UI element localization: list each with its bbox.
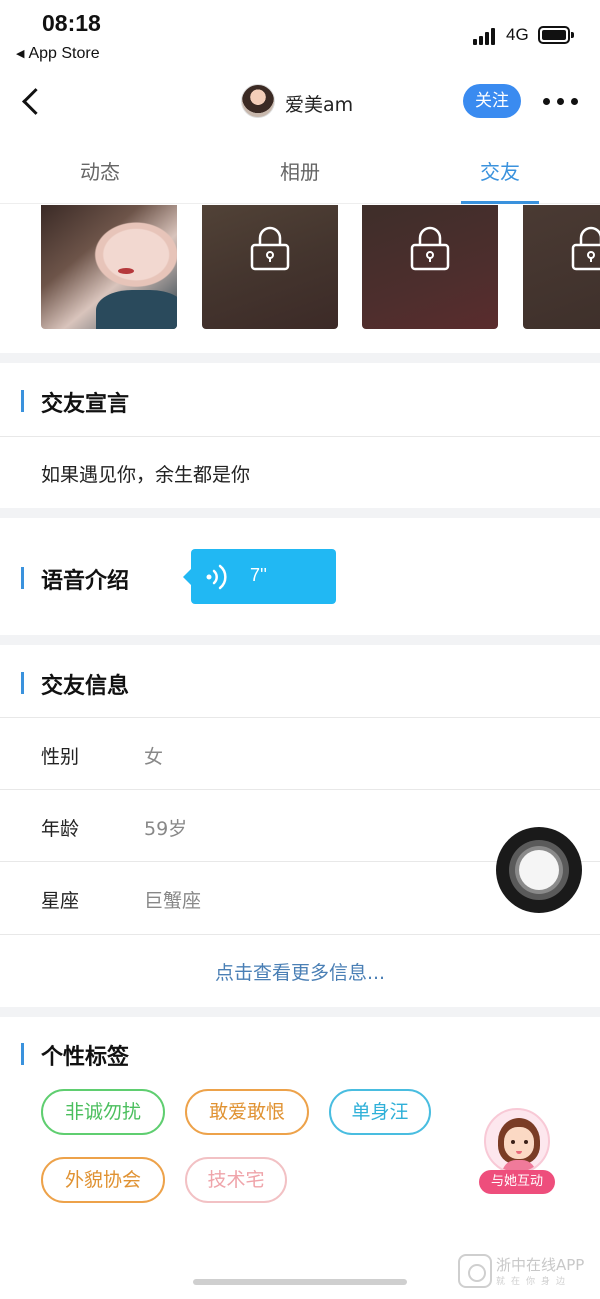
signal-icon bbox=[473, 27, 499, 45]
back-triangle-icon: ◀ bbox=[16, 48, 25, 60]
lock-icon bbox=[250, 226, 290, 271]
declaration-title: 交友宣言 bbox=[41, 392, 130, 417]
follow-button[interactable]: 关注 bbox=[463, 84, 521, 118]
home-indicator[interactable] bbox=[193, 1279, 407, 1285]
tag-chip[interactable]: 技术宅 bbox=[185, 1157, 287, 1203]
interact-button[interactable]: 与她互动 bbox=[479, 1108, 555, 1196]
status-bar: 08:18 ◀ App Store 4G bbox=[0, 0, 600, 72]
tab-album[interactable]: 相册 bbox=[240, 156, 360, 185]
declaration-header: 交友宣言 bbox=[0, 363, 600, 439]
status-time: 08:18 bbox=[42, 10, 101, 36]
photo-thumbnail[interactable] bbox=[41, 205, 177, 329]
voice-play-button[interactable]: 7'' bbox=[183, 549, 336, 604]
back-chevron-icon[interactable] bbox=[18, 86, 46, 118]
info-header: 交友信息 bbox=[0, 645, 600, 721]
photo-strip bbox=[0, 205, 600, 330]
section-accent-bar bbox=[21, 1043, 24, 1065]
network-type: 4G bbox=[506, 25, 529, 44]
profile-tabs: 动态 相册 交友 bbox=[0, 132, 600, 204]
back-to-app-store[interactable]: ◀ App Store bbox=[16, 45, 100, 63]
section-gap bbox=[0, 353, 600, 363]
battery-icon bbox=[538, 26, 574, 44]
assistive-touch-button[interactable] bbox=[496, 827, 582, 913]
section-gap bbox=[0, 508, 600, 518]
divider bbox=[0, 436, 600, 437]
watermark: 浙中在线APP 就在你身边 bbox=[458, 1252, 598, 1292]
lock-icon bbox=[571, 226, 600, 271]
tag-chip[interactable]: 外貌协会 bbox=[41, 1157, 165, 1203]
watermark-subtitle: 就在你身边 bbox=[496, 1277, 572, 1287]
tab-moments[interactable]: 动态 bbox=[40, 156, 160, 185]
interact-label: 与她互动 bbox=[479, 1170, 555, 1194]
interact-avatar-icon bbox=[484, 1108, 550, 1174]
lock-icon bbox=[410, 226, 450, 271]
info-row-gender: 性别 女 bbox=[0, 718, 600, 790]
tags-title: 个性标签 bbox=[41, 1045, 130, 1070]
info-key: 年龄 bbox=[41, 818, 80, 840]
locked-photo[interactable] bbox=[362, 205, 498, 329]
more-options-icon[interactable] bbox=[543, 88, 579, 114]
locked-photo[interactable] bbox=[202, 205, 338, 329]
section-accent-bar bbox=[21, 390, 24, 412]
locked-photo[interactable] bbox=[523, 205, 600, 329]
tags-header: 个性标签 bbox=[0, 1016, 600, 1092]
watermark-logo-icon bbox=[458, 1254, 492, 1288]
avatar[interactable] bbox=[241, 84, 275, 118]
info-value: 巨蟹座 bbox=[144, 890, 202, 912]
tag-chip[interactable]: 敢爱敢恨 bbox=[185, 1089, 309, 1135]
tab-dating[interactable]: 交友 bbox=[440, 156, 560, 185]
info-key: 星座 bbox=[41, 890, 80, 912]
tab-active-indicator bbox=[461, 201, 539, 204]
watermark-title: 浙中在线APP bbox=[496, 1256, 585, 1274]
info-key: 性别 bbox=[41, 746, 80, 768]
info-title: 交友信息 bbox=[41, 674, 130, 699]
more-info-link[interactable]: 点击查看更多信息... bbox=[0, 958, 600, 985]
section-accent-bar bbox=[21, 672, 24, 694]
info-value: 59岁 bbox=[144, 818, 188, 840]
nav-bar: 爱美am 关注 bbox=[0, 72, 600, 132]
voice-title: 语音介绍 bbox=[41, 569, 130, 594]
voice-duration: 7'' bbox=[250, 565, 267, 585]
tag-chip[interactable]: 单身汪 bbox=[329, 1089, 431, 1135]
divider bbox=[0, 934, 600, 935]
section-accent-bar bbox=[21, 567, 24, 589]
tag-chip[interactable]: 非诚勿扰 bbox=[41, 1089, 165, 1135]
info-value: 女 bbox=[144, 746, 164, 768]
sound-wave-icon bbox=[206, 564, 227, 590]
back-app-label: App Store bbox=[28, 45, 100, 62]
section-gap bbox=[0, 635, 600, 645]
username: 爱美am bbox=[285, 94, 354, 116]
declaration-text: 如果遇见你，余生都是你 bbox=[41, 464, 251, 486]
